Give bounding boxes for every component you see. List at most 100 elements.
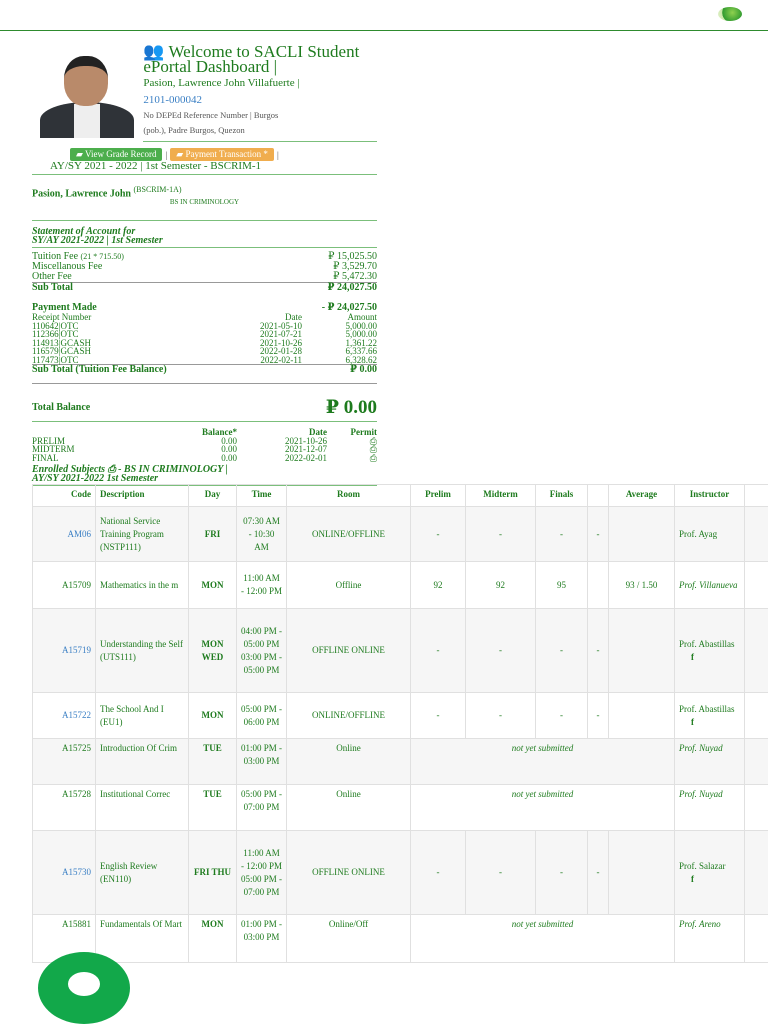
grade-avg <box>608 608 675 693</box>
subject-room: Online/Off <box>286 914 411 963</box>
column-header: Instructor <box>674 484 745 507</box>
column-header: Day <box>188 484 237 507</box>
grade-prelim: - <box>410 830 466 915</box>
subject-code: A15709 <box>32 561 96 609</box>
subject-instructor: Prof. Nuyad <box>674 738 745 785</box>
subject-description: Mathematics in the m <box>95 561 189 609</box>
subject-code[interactable]: A15730 <box>32 830 96 915</box>
print-permit-icon[interactable]: ⎙ <box>327 454 377 463</box>
column-header: Midterm <box>465 484 536 507</box>
grade-x: - <box>587 506 609 562</box>
column-header: Prelim <box>410 484 466 507</box>
facebook-icon[interactable]: f <box>679 651 740 664</box>
subject-room: Offline <box>286 561 411 609</box>
subject-instructor: Prof. Ayag <box>674 506 745 562</box>
subject-room: OFFLINE ONLINE <box>286 830 411 915</box>
subject-row: A15722 The School And I (EU1) MON 05:00 … <box>32 692 768 739</box>
subject-row: A15709 Mathematics in the m MON 11:00 AM… <box>32 561 768 609</box>
subject-code[interactable]: A15722 <box>32 692 96 739</box>
subject-description: Introduction Of Crim <box>95 738 189 785</box>
subject-description: English Review (EN110) <box>95 830 189 915</box>
student-address: No DEPEd Reference Number | Burgos (pob.)… <box>143 108 377 142</box>
subject-instructor: Prof. Nuyad <box>674 784 745 831</box>
subject-row: A15730 English Review (EN110) FRI THU 11… <box>32 830 768 915</box>
subject-day: MON WED <box>188 608 237 693</box>
grade-status: not yet submitted <box>410 914 675 963</box>
subject-row: A15881 Fundamentals Of Mart MON 01:00 PM… <box>32 914 768 963</box>
fee-row: Miscellanous Fee ₽ 3,529.70 <box>32 261 377 273</box>
folder-icon: ▰ <box>76 149 86 159</box>
grade-prelim: - <box>410 608 466 693</box>
subject-day: TUE <box>188 738 237 785</box>
total-balance: Total Balance ₽ 0.00 <box>32 397 377 419</box>
subject-instructor: Prof. Abastillas f <box>674 608 745 693</box>
sacli-logo[interactable] <box>718 7 742 21</box>
subject-time: 11:00 AM - 12:00 PM <box>236 561 287 609</box>
grade-midterm: - <box>465 692 536 739</box>
subject-day: FRI <box>188 506 237 562</box>
subject-room: ONLINE/OFFLINE <box>286 506 411 562</box>
subject-day: MON <box>188 692 237 739</box>
column-header <box>587 484 609 507</box>
grade-avg <box>608 692 675 739</box>
subject-time: 07:30 AM - 10:30 AM <box>236 506 287 562</box>
column-header: Time <box>236 484 287 507</box>
student-id[interactable]: 2101-000042 <box>143 94 377 106</box>
exam-date: 2022-02-01 <box>285 452 327 463</box>
subject-instructor: Prof. Abastillas f <box>674 692 745 739</box>
dashboard-summary: 👥 Welcome to SACLI Student ePortal Dashb… <box>32 42 377 487</box>
subject-room: Online <box>286 784 411 831</box>
exam-term: FINAL <box>32 452 59 463</box>
subject-day: FRI THU <box>188 830 237 915</box>
subject-row: A15725 Introduction Of Crim TUE 01:00 PM… <box>32 738 768 785</box>
welcome-title: 👥 Welcome to SACLI Student ePortal Dashb… <box>143 42 360 76</box>
student-full-name: Pasion, Lawrence John Villafuerte | <box>143 77 300 89</box>
subject-instructor: Prof. Salazar f <box>674 830 745 915</box>
grade-finals: 95 <box>535 561 588 609</box>
subject-room: Online <box>286 738 411 785</box>
grade-midterm: 92 <box>465 561 536 609</box>
academic-year: AY/SY 2021 - 2022 | 1st Semester - BSCRI… <box>50 160 262 172</box>
student-photo <box>32 54 141 144</box>
subject-code[interactable]: A15719 <box>32 608 96 693</box>
subject-code[interactable]: AM06 <box>32 506 96 562</box>
enrolled-subjects-subtitle: AY/SY 2021-2022 1st Semester <box>32 473 159 485</box>
grade-finals: - <box>535 830 588 915</box>
grade-prelim: 92 <box>410 561 466 609</box>
subject-instructor: Prof. Villanueva <box>674 561 745 609</box>
subject-time: 11:00 AM - 12:00 PM 05:00 PM - 07:00 PM <box>236 830 287 915</box>
subject-day: MON <box>188 561 237 609</box>
grade-finals: - <box>535 692 588 739</box>
grade-finals: - <box>535 506 588 562</box>
grade-prelim: - <box>410 692 466 739</box>
subject-description: The School And I (EU1) <box>95 692 189 739</box>
subject-row: A15728 Institutional Correc TUE 05:00 PM… <box>32 784 768 831</box>
grade-x <box>587 561 609 609</box>
facebook-icon[interactable]: f <box>679 873 740 886</box>
soa-subtitle: SY/AY 2021-2022 | 1st Semester <box>32 235 163 247</box>
exam-balance: 0.00 <box>221 452 237 463</box>
facebook-icon[interactable]: f <box>679 716 740 729</box>
column-header: Code <box>32 484 96 507</box>
grade-prelim: - <box>410 506 466 562</box>
grade-x: - <box>587 692 609 739</box>
fees-subtotal: Sub Total ₽ 24,027.50 <box>32 282 377 294</box>
grade-status: not yet submitted <box>410 738 675 785</box>
chat-button[interactable] <box>38 952 130 1024</box>
column-header: Average <box>608 484 675 507</box>
grade-finals: - <box>535 608 588 693</box>
subject-time: 05:00 PM - 07:00 PM <box>236 784 287 831</box>
subject-row: A15719 Understanding the Self (UTS111) M… <box>32 608 768 693</box>
subject-description: Fundamentals Of Mart <box>95 914 189 963</box>
grade-midterm: - <box>465 608 536 693</box>
subject-time: 01:00 PM - 03:00 PM <box>236 738 287 785</box>
subject-time: 05:00 PM - 06:00 PM <box>236 692 287 739</box>
grade-avg <box>608 830 675 915</box>
grade-x: - <box>587 608 609 693</box>
grade-x: - <box>587 830 609 915</box>
payment-cell: 2022-02-11 <box>260 354 302 365</box>
grade-avg <box>608 506 675 562</box>
subject-day: MON <box>188 914 237 963</box>
subject-row: AM06 National Service Training Program (… <box>32 506 768 562</box>
grade-midterm: - <box>465 830 536 915</box>
